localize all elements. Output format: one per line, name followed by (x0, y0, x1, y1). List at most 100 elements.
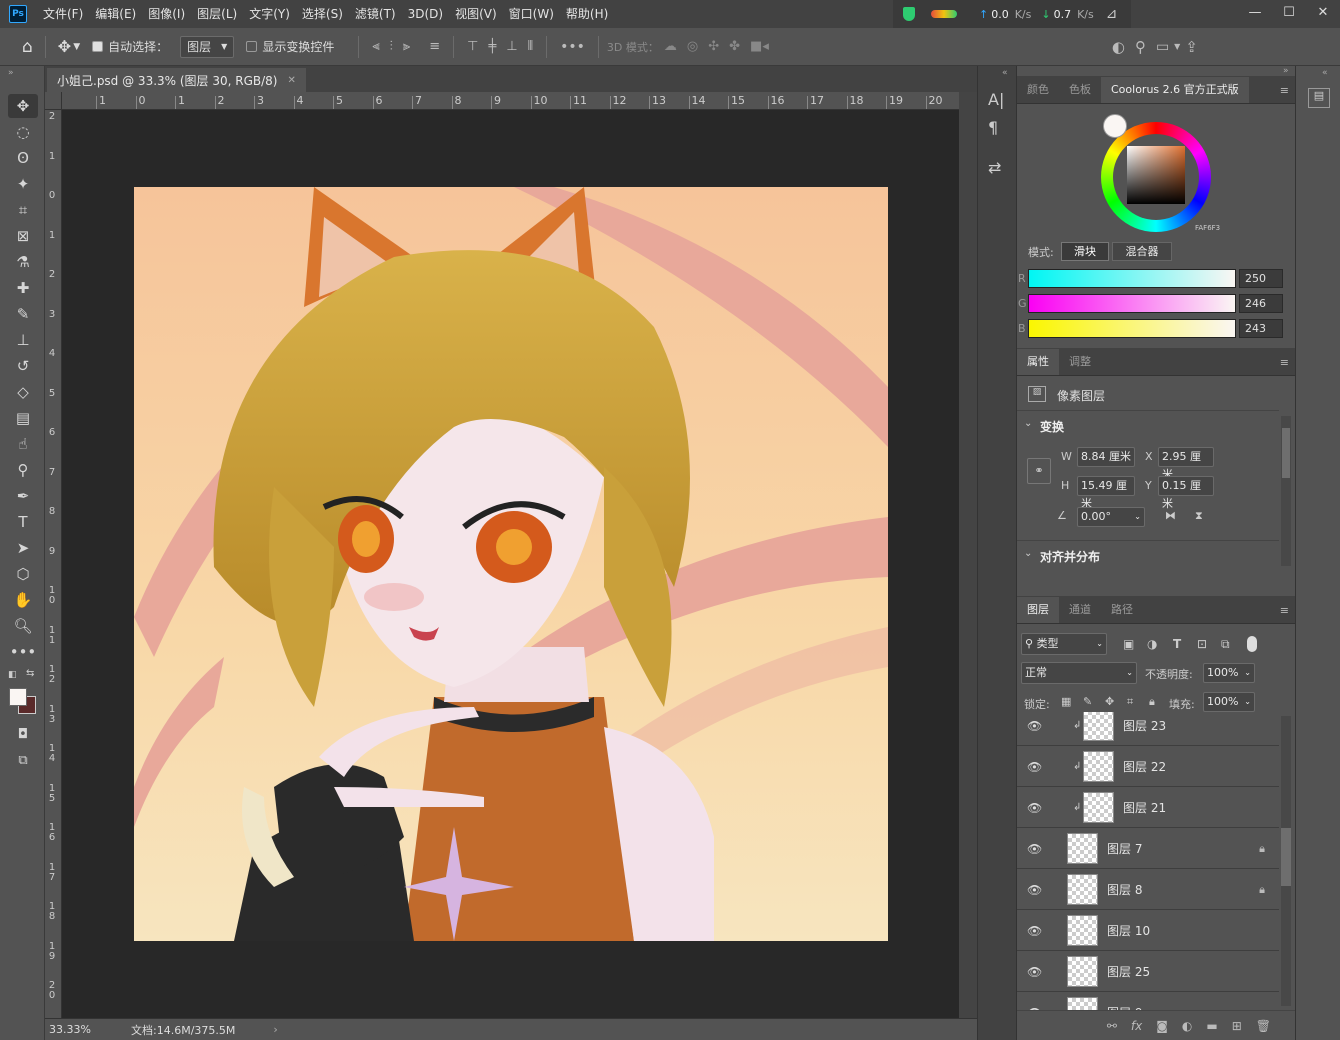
swap-colors-icon[interactable]: ⇆ (26, 668, 34, 679)
zoom-icon[interactable]: 🔍︎ (8, 614, 38, 638)
move-tool-icon[interactable]: ✥ (8, 94, 38, 118)
layer-row[interactable]: 👁︎ ↲ 图层 22 (1017, 747, 1279, 787)
eyedropper-icon[interactable]: ⚗ (8, 250, 38, 274)
align-top-icon[interactable]: ⊤ (467, 39, 478, 54)
pen-icon[interactable]: ✒ (8, 484, 38, 508)
layer-name[interactable]: 图层 23 (1123, 717, 1166, 734)
expand-icon[interactable]: « (1002, 68, 1008, 78)
layer-name[interactable]: 图层 7 (1107, 840, 1142, 857)
b-slider[interactable] (1028, 319, 1236, 338)
auto-select-checkbox[interactable]: 自动选择： (92, 38, 168, 55)
layer-thumbnail[interactable] (1067, 915, 1098, 946)
blend-mode-dropdown[interactable]: 正常 ⌄ (1021, 662, 1137, 684)
layer-name[interactable]: 图层 25 (1107, 963, 1150, 980)
height-field[interactable]: 15.49 厘米 (1077, 476, 1135, 510)
collapse-icon[interactable]: « (1322, 68, 1328, 78)
home-icon[interactable]: ⌂ (22, 37, 33, 57)
visibility-eye-icon[interactable]: 👁︎ (1027, 965, 1042, 979)
y-field[interactable]: 0.15 厘米 (1158, 476, 1214, 510)
layer-thumbnail[interactable] (1067, 997, 1098, 1010)
menu-image[interactable]: 图像(I) (142, 0, 191, 28)
default-colors-icon[interactable]: ◧ (8, 670, 17, 680)
show-transform-checkbox[interactable]: 显示变换控件 (246, 38, 334, 55)
tab-channels[interactable]: 通道 (1059, 597, 1101, 623)
width-field[interactable]: 8.84 厘米 (1077, 447, 1135, 467)
layer-filter-dropdown[interactable]: ⚲ 类型 ⌄ (1021, 633, 1107, 655)
menu-file[interactable]: 文件(F) (37, 0, 89, 28)
menu-window[interactable]: 窗口(W) (503, 0, 560, 28)
smudge-icon[interactable]: ☝ (8, 432, 38, 456)
chevron-down-icon[interactable]: ⌄ (1024, 418, 1032, 429)
chart-icon[interactable]: ⊿ (1106, 6, 1118, 22)
tab-paths[interactable]: 路径 (1101, 597, 1143, 623)
3d-orbit-icon[interactable]: ☁ (664, 39, 677, 54)
adjustment-layer-icon[interactable]: ◐ (1182, 1019, 1192, 1033)
layer-row[interactable]: 👁︎ 图层 8 🔒︎ (1017, 870, 1279, 910)
align-center-h-icon[interactable]: ⫶ (390, 39, 393, 54)
layer-name[interactable]: 图层 10 (1107, 922, 1150, 939)
layer-thumbnail[interactable] (1067, 833, 1098, 864)
menu-select[interactable]: 选择(S) (296, 0, 349, 28)
menu-edit[interactable]: 编辑(E) (89, 0, 142, 28)
brush-icon[interactable]: ✎ (8, 302, 38, 326)
panel-menu-icon[interactable]: ≡ (1280, 604, 1289, 617)
chevron-down-icon[interactable]: ⌄ (1024, 548, 1032, 559)
mode-slider-button[interactable]: 滑块 (1061, 242, 1109, 261)
layer-name[interactable]: 图层 21 (1123, 799, 1166, 816)
flip-vertical-icon[interactable]: ⧗ (1195, 509, 1203, 523)
filter-type-icon[interactable]: T (1173, 637, 1181, 651)
dodge-icon[interactable]: ⚲ (8, 458, 38, 482)
move-tool-icon[interactable]: ✥ (58, 37, 71, 56)
menu-help[interactable]: 帮助(H) (560, 0, 614, 28)
crop-icon[interactable]: ⌗ (8, 198, 38, 222)
quick-mask-icon[interactable]: ◘ (8, 722, 38, 746)
menu-view[interactable]: 视图(V) (449, 0, 503, 28)
more-options-icon[interactable]: ••• (560, 39, 585, 55)
frame-icon[interactable]: ⊠ (8, 224, 38, 248)
document-tab[interactable]: 小姐己.psd @ 33.3% (图层 30, RGB/8) ✕ (47, 68, 306, 92)
add-mask-icon[interactable]: ◙ (1156, 1019, 1168, 1033)
layer-row[interactable]: 👁︎ 图层 10 (1017, 911, 1279, 951)
menu-filter[interactable]: 滤镜(T) (349, 0, 402, 28)
x-field[interactable]: 2.95 厘米 (1158, 447, 1214, 481)
lock-position-icon[interactable]: ✥ (1105, 695, 1114, 708)
3d-camera-icon[interactable]: ■◂ (750, 39, 769, 54)
visibility-eye-icon[interactable]: 👁︎ (1027, 719, 1042, 733)
fx-icon[interactable]: fx (1131, 1019, 1142, 1033)
visibility-eye-icon[interactable]: 👁︎ (1027, 883, 1042, 897)
lasso-icon[interactable]: ʘ (8, 146, 38, 170)
menu-3d[interactable]: 3D(D) (402, 0, 449, 28)
mode-mixer-button[interactable]: 混合器 (1112, 242, 1172, 261)
layer-row[interactable]: 👁︎ ↲ 图层 23 (1017, 712, 1279, 746)
chevron-down-icon[interactable]: ▼ (73, 42, 80, 52)
group-folder-icon[interactable]: ▬ (1206, 1019, 1217, 1033)
layer-row[interactable]: 👁︎图层 9🔒︎ (1017, 993, 1279, 1010)
lock-image-icon[interactable]: ✎ (1083, 695, 1092, 708)
canvas-area[interactable] (62, 110, 959, 1018)
tab-adjustments[interactable]: 调整 (1059, 349, 1101, 375)
hand-icon[interactable]: ✋ (8, 588, 38, 612)
flip-horizontal-icon[interactable]: ⧓ (1165, 509, 1176, 522)
paragraph-panel-icon[interactable]: ¶ (988, 118, 998, 137)
3d-slide-icon[interactable]: ✤ (729, 39, 740, 54)
fill-field[interactable]: 100% ⌄ (1203, 692, 1255, 712)
filter-smart-icon[interactable]: ⧉ (1221, 637, 1230, 652)
angle-field[interactable]: 0.00° ⌄ (1077, 507, 1145, 527)
foreground-color-swatch[interactable] (9, 688, 27, 706)
layer-name[interactable]: 图层 8 (1107, 881, 1142, 898)
r-value[interactable]: 250 (1239, 269, 1283, 288)
zoom-level[interactable]: 33.33% (49, 1023, 115, 1036)
visibility-eye-icon[interactable]: 👁︎ (1027, 760, 1042, 774)
tab-layers[interactable]: 图层 (1017, 597, 1059, 623)
transform-section-title[interactable]: 变换 (1040, 418, 1064, 435)
layer-row[interactable]: 👁︎ 图层 25 (1017, 952, 1279, 992)
lock-all-icon[interactable]: 🔒︎ (1149, 695, 1155, 709)
magic-wand-icon[interactable]: ✦ (8, 172, 38, 196)
chevron-down-icon[interactable]: ▼ (1174, 42, 1180, 51)
character-panel-icon[interactable]: A| (988, 90, 1004, 109)
tab-swatches[interactable]: 色板 (1059, 77, 1101, 103)
layer-thumbnail[interactable] (1067, 956, 1098, 987)
ellipse-marquee-icon[interactable]: ◌ (8, 120, 38, 144)
3d-roll-icon[interactable]: ◎ (687, 39, 698, 54)
3d-pan-icon[interactable]: ✣ (708, 39, 719, 54)
